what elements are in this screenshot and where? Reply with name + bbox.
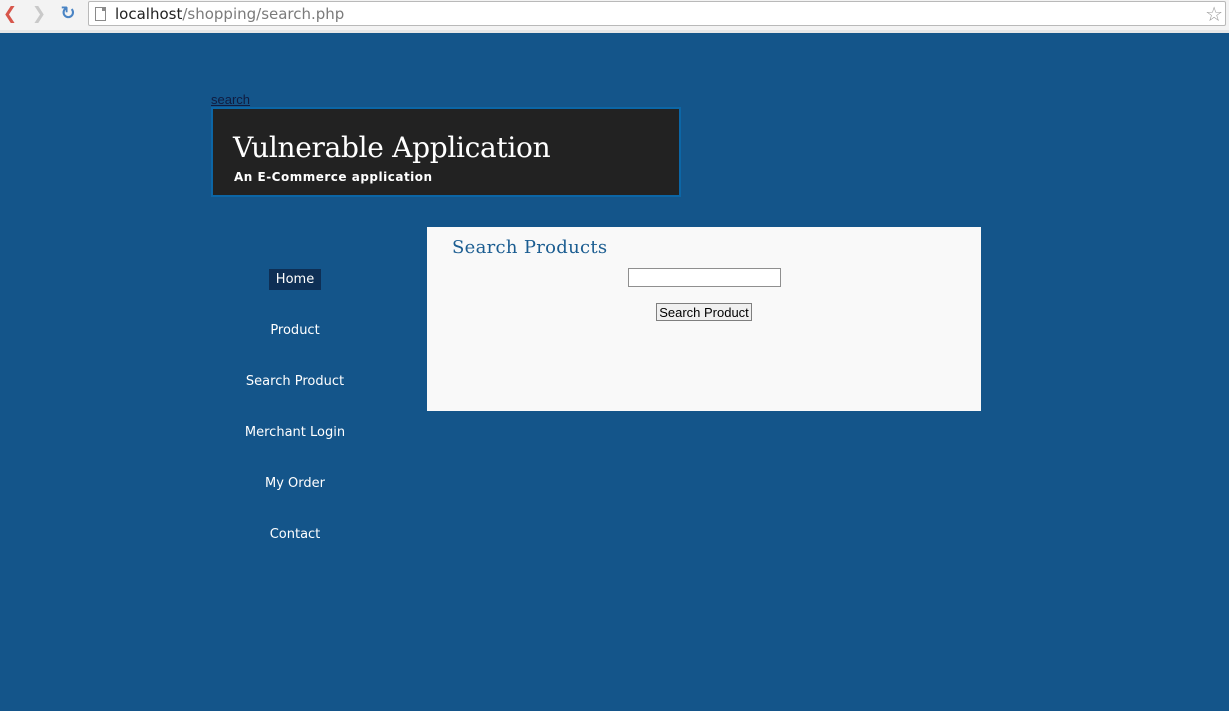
- reload-icon[interactable]: ↻: [58, 4, 78, 24]
- nav-item-my-order[interactable]: My Order: [210, 470, 380, 494]
- nav-item-label: Merchant Login: [244, 425, 346, 440]
- search-input[interactable]: [628, 268, 781, 287]
- url-text[interactable]: localhost/shopping/search.php: [115, 4, 344, 24]
- page-icon: [95, 7, 106, 21]
- nav-item-merchant-login[interactable]: Merchant Login: [210, 419, 380, 443]
- site-header: Vulnerable Application An E-Commerce app…: [211, 107, 681, 197]
- nav-item-label: Home: [268, 269, 322, 290]
- back-arrow-icon[interactable]: ❮: [0, 4, 20, 24]
- nav-item-label: Contact: [269, 527, 321, 542]
- search-link[interactable]: search: [211, 92, 250, 108]
- nav-item-label: My Order: [265, 476, 325, 491]
- forward-arrow-icon[interactable]: ❯: [29, 4, 49, 24]
- url-host: localhost: [115, 5, 183, 23]
- url-path: /shopping/search.php: [182, 5, 345, 23]
- nav-item-home[interactable]: Home: [210, 266, 380, 290]
- address-bar[interactable]: localhost/shopping/search.php ☆: [88, 1, 1226, 26]
- nav-item-label: Search Product: [245, 374, 345, 389]
- nav-item-search-product[interactable]: Search Product: [210, 368, 380, 392]
- panel-title: Search Products: [452, 237, 608, 258]
- nav-item-label: Product: [270, 323, 320, 338]
- search-panel: Search Products Search Product: [427, 227, 981, 411]
- site-title: Vulnerable Application: [233, 131, 551, 164]
- star-icon[interactable]: ☆: [1205, 2, 1223, 26]
- site-subtitle: An E-Commerce application: [234, 170, 433, 184]
- nav-item-contact[interactable]: Contact: [210, 521, 380, 545]
- search-product-button[interactable]: Search Product: [656, 303, 752, 321]
- nav-item-product[interactable]: Product: [210, 317, 380, 341]
- browser-toolbar: ❮ ❯ ↻ localhost/shopping/search.php ☆: [0, 0, 1229, 33]
